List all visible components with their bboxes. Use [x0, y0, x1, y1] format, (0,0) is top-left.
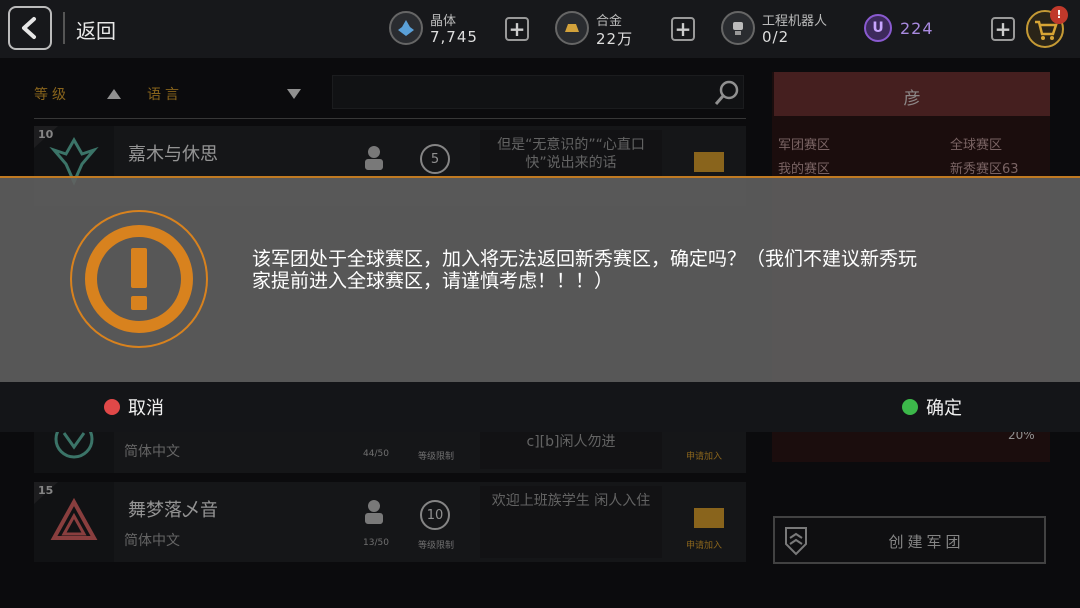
- confirm-label[interactable]: 确定: [926, 394, 962, 420]
- robot-icon: [721, 11, 755, 45]
- resource-value-robot: 0/2: [762, 28, 790, 46]
- cancel-dot-icon: [104, 399, 120, 415]
- add-premium-button[interactable]: +: [991, 17, 1015, 41]
- add-alloy-button[interactable]: +: [671, 17, 695, 41]
- resource-value-crystal: 7,745: [430, 28, 478, 46]
- dialog-message: 该军团处于全球赛区，加入将无法返回新秀赛区，确定吗？（我们不建议新秀玩家提前进入…: [252, 248, 918, 292]
- modal-overlay: [0, 432, 1080, 608]
- modal-overlay: [0, 58, 1080, 176]
- resource-name-robot: 工程机器人: [762, 14, 828, 29]
- back-label[interactable]: 返回: [76, 15, 116, 44]
- back-button[interactable]: [8, 6, 52, 50]
- cancel-button[interactable]: 取消: [104, 394, 164, 420]
- divider: [63, 12, 65, 44]
- cancel-label[interactable]: 取消: [128, 394, 164, 420]
- confirm-dot-icon: [902, 399, 918, 415]
- cart-notification-badge: !: [1050, 6, 1068, 24]
- alloy-icon: [555, 11, 589, 45]
- premium-value: 224: [900, 19, 934, 38]
- warning-icon: [68, 208, 210, 354]
- resource-value-alloy: 22万: [596, 30, 634, 48]
- resource-name-alloy: 合金: [596, 14, 623, 29]
- resource-name-crystal: 晶体: [430, 14, 457, 29]
- confirm-button[interactable]: 确定: [902, 394, 962, 420]
- add-crystal-button[interactable]: +: [505, 17, 529, 41]
- premium-currency-icon: U: [864, 14, 892, 42]
- crystal-icon: [389, 11, 423, 45]
- chevron-left-icon: [22, 17, 36, 39]
